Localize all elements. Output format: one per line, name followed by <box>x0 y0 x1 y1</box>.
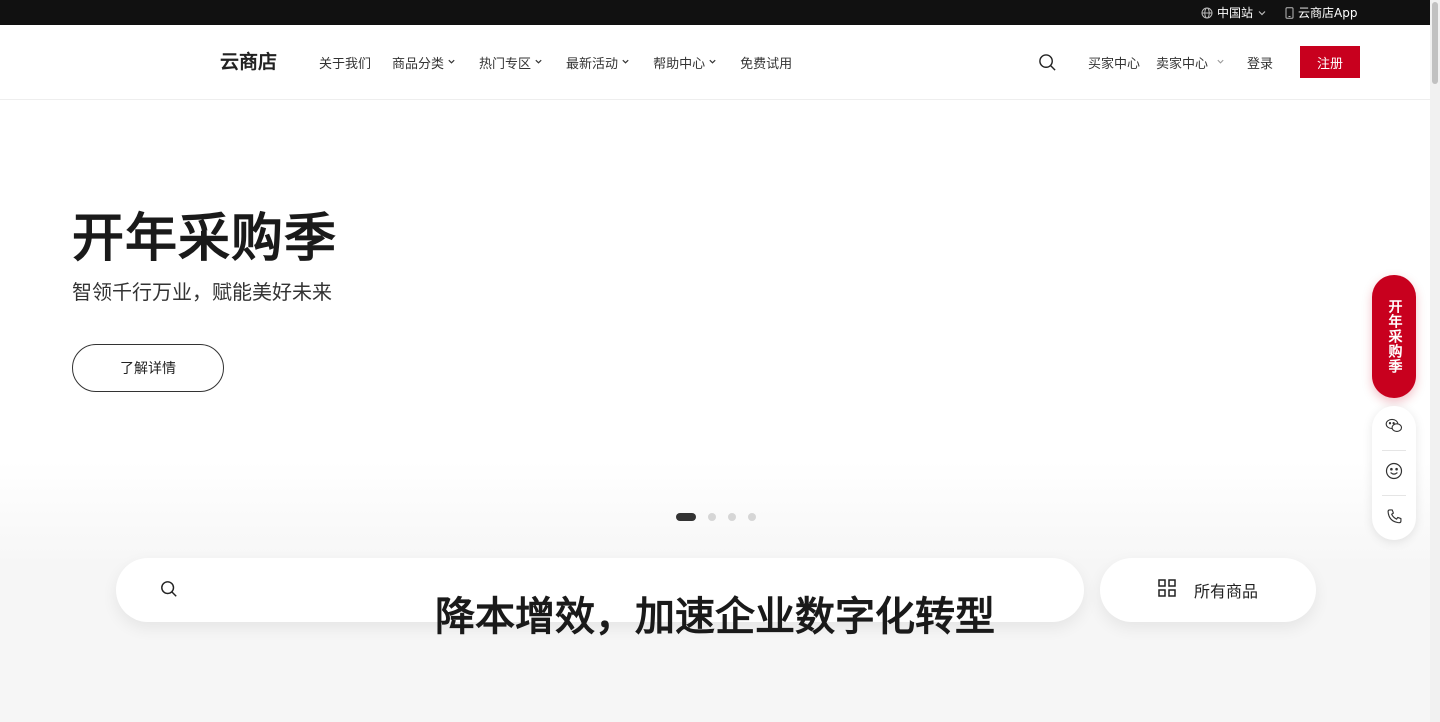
hero-title: 开年采购季 <box>72 209 338 269</box>
nav-item-label: 最新活动 <box>566 57 619 72</box>
register-button[interactable]: 注册 <box>1300 46 1360 78</box>
main-header: 云商店 关于我们 商品分类 热门专区 最新活动 帮助中心 免费试用 买家中心 卖… <box>0 25 1440 100</box>
chevron-down-icon <box>621 55 630 70</box>
nav-item-label: 免费试用 <box>740 57 793 72</box>
scrollbar-thumb[interactable] <box>1432 2 1438 84</box>
promo-float-button[interactable]: 开年采购季 <box>1372 275 1416 398</box>
floating-contact-bar <box>1372 406 1416 540</box>
wechat-icon <box>1385 418 1403 438</box>
carousel-dot-2[interactable] <box>708 513 716 521</box>
globe-icon <box>1201 7 1213 19</box>
header-actions: 买家中心 卖家中心 登录 <box>1088 25 1273 100</box>
nav-item-label: 商品分类 <box>392 57 445 72</box>
page-scrollbar[interactable] <box>1430 0 1440 722</box>
chevron-down-icon <box>447 55 456 70</box>
carousel-indicators <box>676 513 756 521</box>
chevron-down-icon <box>534 55 543 70</box>
app-label: 云商店App <box>1298 6 1358 20</box>
phone-icon <box>1386 508 1403 529</box>
nav-item-hot-zone[interactable]: 热门专区 <box>479 53 543 72</box>
nav-item-label: 热门专区 <box>479 57 532 72</box>
learn-more-button[interactable]: 了解详情 <box>72 344 224 392</box>
chevron-down-icon <box>1257 8 1267 18</box>
carousel-dot-1[interactable] <box>676 513 696 521</box>
phone-contact-button[interactable] <box>1372 496 1416 540</box>
site-switcher[interactable]: 中国站 <box>1201 0 1267 25</box>
seller-center-label: 卖家中心 <box>1156 57 1209 72</box>
chevron-down-icon <box>708 55 717 70</box>
buyer-center-link[interactable]: 买家中心 <box>1088 53 1140 72</box>
page: 中国站 云商店App 云商店 关于我们 商品分类 热门专区 最新活动 帮助中心 … <box>0 0 1440 722</box>
site-logo[interactable]: 云商店 <box>220 25 277 100</box>
chevron-down-icon <box>1216 55 1225 70</box>
seller-center-link[interactable]: 卖家中心 <box>1156 53 1225 72</box>
section-title: 降本增效，加速企业数字化转型 <box>435 594 995 640</box>
mobile-phone-icon <box>1285 6 1294 19</box>
nav-item-help[interactable]: 帮助中心 <box>653 53 717 72</box>
carousel-dot-4[interactable] <box>748 513 756 521</box>
carousel-dot-3[interactable] <box>728 513 736 521</box>
nav-item-label: 关于我们 <box>319 57 372 72</box>
site-label: 中国站 <box>1217 6 1254 20</box>
nav-item-categories[interactable]: 商品分类 <box>392 53 456 72</box>
header-search-button[interactable] <box>1038 53 1057 76</box>
wechat-button[interactable] <box>1372 406 1416 450</box>
nav-item-free-trial[interactable]: 免费试用 <box>740 53 792 72</box>
app-download-link[interactable]: 云商店App <box>1285 0 1357 25</box>
customer-service-button[interactable] <box>1372 451 1416 495</box>
hero-subtitle: 智领千行万业，赋能美好未来 <box>72 280 332 304</box>
nav-item-activities[interactable]: 最新活动 <box>566 53 630 72</box>
login-link[interactable]: 登录 <box>1247 53 1273 72</box>
nav-item-label: 帮助中心 <box>653 57 706 72</box>
top-utility-bar: 中国站 云商店App <box>0 0 1440 25</box>
main-nav: 关于我们 商品分类 热门专区 最新活动 帮助中心 免费试用 <box>319 25 792 100</box>
nav-item-about[interactable]: 关于我们 <box>319 53 371 72</box>
smiley-icon <box>1385 462 1403 484</box>
search-icon <box>1038 54 1057 76</box>
